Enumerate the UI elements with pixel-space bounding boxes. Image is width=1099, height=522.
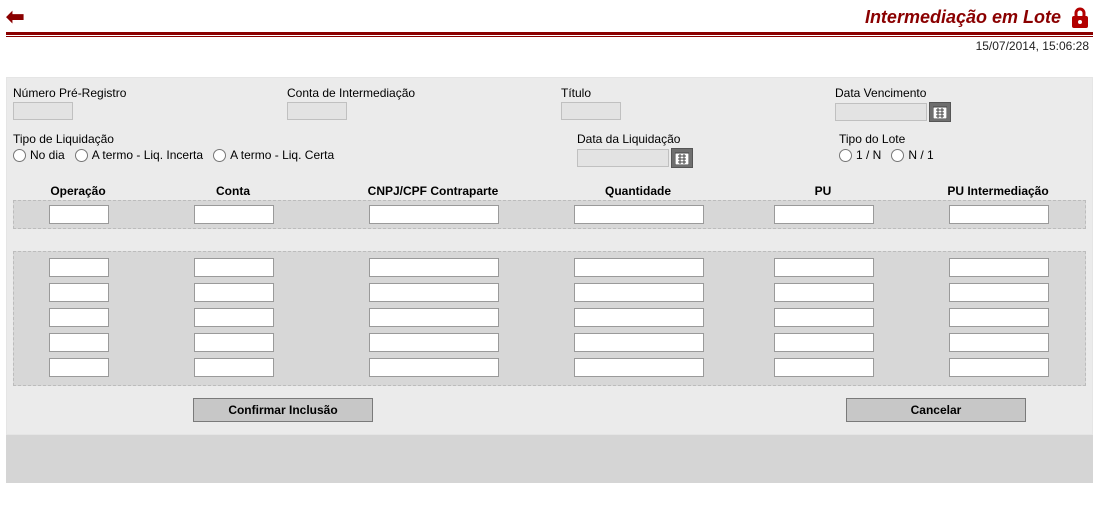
- cnpj-cpf-input[interactable]: [369, 258, 499, 277]
- tipo-liquidacao-option-no-dia[interactable]: No dia: [13, 148, 65, 162]
- filter-row: [13, 200, 1086, 229]
- grid: Operação Conta CNPJ/CPF Contraparte Quan…: [13, 182, 1086, 386]
- tipo-lote-label: Tipo do Lote: [839, 132, 1086, 146]
- top-cnpj-input[interactable]: [369, 205, 499, 224]
- data-liquidacao-input[interactable]: [577, 149, 669, 167]
- conta-input[interactable]: [194, 258, 274, 277]
- tipo-lote-option-1n[interactable]: 1 / N: [839, 148, 881, 162]
- conta-intermediacao-input[interactable]: [287, 102, 347, 120]
- pu-input[interactable]: [774, 358, 874, 377]
- operacao-input[interactable]: [49, 258, 109, 277]
- operacao-input[interactable]: [49, 308, 109, 327]
- col-quantidade: Quantidade: [543, 182, 733, 200]
- table-row: [14, 258, 1085, 277]
- top-conta-input[interactable]: [194, 205, 274, 224]
- rows-block: [13, 251, 1086, 386]
- data-vencimento-input[interactable]: [835, 103, 927, 121]
- tipo-liquidacao-option-termo-incerta[interactable]: A termo - Liq. Incerta: [75, 148, 203, 162]
- pu-interm-input[interactable]: [949, 358, 1049, 377]
- top-pu-interm-input[interactable]: [949, 205, 1049, 224]
- quantidade-input[interactable]: [574, 358, 704, 377]
- lock-icon: [1067, 4, 1093, 30]
- tipo-liquidacao-group: No dia A termo - Liq. Incerta A termo - …: [13, 148, 573, 162]
- pu-interm-input[interactable]: [949, 333, 1049, 352]
- table-row: [14, 358, 1085, 377]
- table-row: [14, 333, 1085, 352]
- quantidade-input[interactable]: [574, 258, 704, 277]
- numero-pre-registro-input[interactable]: [13, 102, 73, 120]
- conta-intermediacao-label: Conta de Intermediação: [287, 86, 557, 100]
- titulo-input[interactable]: [561, 102, 621, 120]
- back-arrow-icon[interactable]: ⬅: [6, 6, 24, 28]
- pu-interm-input[interactable]: [949, 258, 1049, 277]
- tipo-liquidacao-option-termo-certa[interactable]: A termo - Liq. Certa: [213, 148, 334, 162]
- cnpj-cpf-input[interactable]: [369, 308, 499, 327]
- tipo-lote-option-n1[interactable]: N / 1: [891, 148, 933, 162]
- conta-input[interactable]: [194, 333, 274, 352]
- pu-input[interactable]: [774, 308, 874, 327]
- quantidade-input[interactable]: [574, 333, 704, 352]
- quantidade-input[interactable]: [574, 308, 704, 327]
- conta-input[interactable]: [194, 358, 274, 377]
- top-operacao-input[interactable]: [49, 205, 109, 224]
- cancel-button[interactable]: Cancelar: [846, 398, 1026, 422]
- col-cnpj: CNPJ/CPF Contraparte: [323, 182, 543, 200]
- calendar-icon[interactable]: [671, 148, 693, 168]
- col-conta: Conta: [143, 182, 323, 200]
- pu-interm-input[interactable]: [949, 283, 1049, 302]
- table-row: [14, 308, 1085, 327]
- footer-band: [6, 435, 1093, 483]
- cnpj-cpf-input[interactable]: [369, 333, 499, 352]
- pu-input[interactable]: [774, 283, 874, 302]
- operacao-input[interactable]: [49, 283, 109, 302]
- tipo-liquidacao-label: Tipo de Liquidação: [13, 132, 573, 146]
- calendar-icon[interactable]: [929, 102, 951, 122]
- quantidade-input[interactable]: [574, 283, 704, 302]
- conta-input[interactable]: [194, 308, 274, 327]
- col-pu-interm: PU Intermediação: [913, 182, 1083, 200]
- col-pu: PU: [733, 182, 913, 200]
- cnpj-cpf-input[interactable]: [369, 358, 499, 377]
- pu-input[interactable]: [774, 258, 874, 277]
- top-quantidade-input[interactable]: [574, 205, 704, 224]
- operacao-input[interactable]: [49, 333, 109, 352]
- numero-pre-registro-label: Número Pré-Registro: [13, 86, 283, 100]
- timestamp: 15/07/2014, 15:06:28: [0, 39, 1099, 59]
- conta-input[interactable]: [194, 283, 274, 302]
- top-pu-input[interactable]: [774, 205, 874, 224]
- cnpj-cpf-input[interactable]: [369, 283, 499, 302]
- operacao-input[interactable]: [49, 358, 109, 377]
- table-row: [14, 283, 1085, 302]
- data-liquidacao-label: Data da Liquidação: [577, 132, 835, 146]
- titulo-label: Título: [561, 86, 831, 100]
- pu-interm-input[interactable]: [949, 308, 1049, 327]
- form-area: Número Pré-Registro Conta de Intermediaç…: [6, 77, 1093, 435]
- tipo-lote-group: 1 / N N / 1: [839, 148, 1086, 162]
- confirm-button[interactable]: Confirmar Inclusão: [193, 398, 373, 422]
- page-title: Intermediação em Lote: [865, 7, 1061, 28]
- data-vencimento-label: Data Vencimento: [835, 86, 1086, 100]
- col-operacao: Operação: [13, 182, 143, 200]
- pu-input[interactable]: [774, 333, 874, 352]
